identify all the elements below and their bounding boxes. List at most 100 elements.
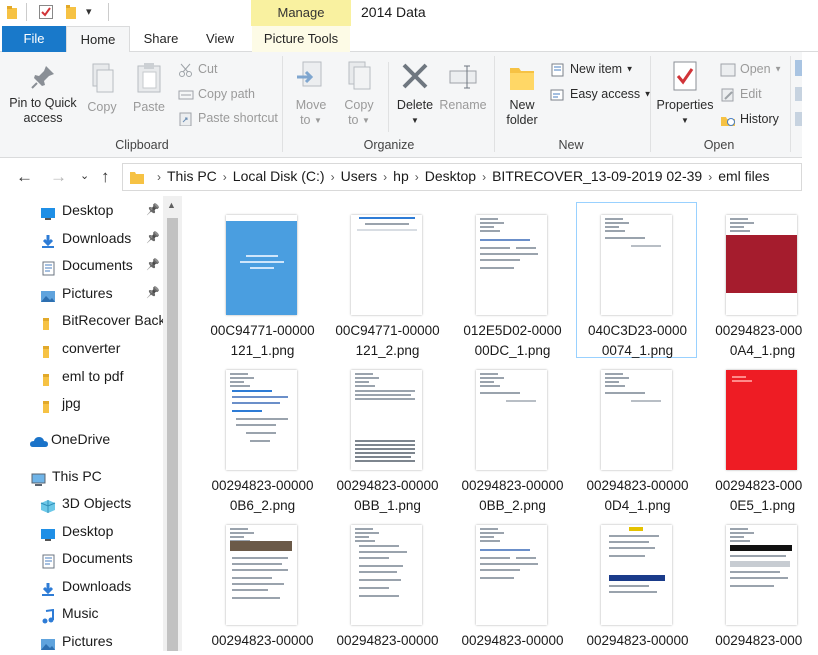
nav-item-pc-downloads[interactable]: Downloads	[0, 573, 163, 600]
tab-picture-tools[interactable]: Picture Tools	[252, 26, 350, 52]
new-folder-button[interactable]: New folder	[500, 60, 544, 128]
folder-icon[interactable]	[6, 4, 22, 20]
forward-arrow-icon[interactable]: →	[50, 167, 67, 187]
scroll-up-chevron-icon[interactable]: ▲	[167, 200, 176, 210]
cut-button[interactable]: Cut	[178, 59, 217, 79]
breadcrumb-chevron-icon[interactable]: ›	[482, 170, 486, 184]
file-item[interactable]: 040C3D23-0000 0074_1.png	[576, 202, 697, 358]
paste-button[interactable]: Paste	[128, 62, 170, 115]
paste-shortcut-button[interactable]: Paste shortcut	[178, 108, 278, 128]
nav-item-pc-3d-objects[interactable]: 3D Objects	[0, 490, 163, 517]
tab-file[interactable]: File	[2, 26, 66, 52]
copy-to-button[interactable]: Copy to ▼	[338, 60, 380, 128]
file-item[interactable]: 00294823-0000 0A4_1.png	[702, 203, 802, 359]
delete-button[interactable]: Delete ▼	[394, 60, 436, 128]
file-item[interactable]: 00294823-00000 0D4_1.png	[577, 358, 698, 514]
breadcrumb-item[interactable]: This PC	[167, 168, 217, 184]
paste-icon	[137, 63, 161, 93]
breadcrumb-chevron-icon[interactable]: ›	[415, 170, 419, 184]
breadcrumb-item[interactable]: Local Disk (C:)	[233, 168, 325, 184]
file-item[interactable]: 00294823-00000	[202, 513, 323, 651]
tab-share[interactable]: Share	[130, 26, 192, 52]
breadcrumb-chevron-icon[interactable]: ›	[383, 170, 387, 184]
invert-selection-icon[interactable]	[795, 112, 802, 126]
recent-locations-chevron-icon[interactable]: ⌄	[80, 169, 89, 182]
breadcrumb-chevron-icon[interactable]: ›	[331, 170, 335, 184]
3d-objects-icon	[40, 496, 56, 513]
file-item[interactable]: 00294823-00000 0BB_1.png	[327, 358, 448, 514]
file-thumbnail	[601, 525, 672, 625]
nav-item-onedrive[interactable]: OneDrive	[0, 426, 163, 453]
nav-scrollbar[interactable]: ▲	[163, 196, 182, 651]
nav-item-converter[interactable]: converter	[0, 335, 163, 362]
address-bar[interactable]: › This PC › Local Disk (C:) › Users › hp › Deskto…	[122, 163, 802, 191]
nav-item-label: Documents	[62, 550, 133, 567]
breadcrumb-item[interactable]: BITRECOVER_13-09-2019 02-39	[492, 168, 702, 184]
copy-icon	[92, 63, 114, 93]
nav-item-pc-documents[interactable]: Documents	[0, 545, 163, 572]
ribbon-tabs: File Home Share View Picture Tools	[0, 26, 818, 53]
breadcrumb-item[interactable]: Users	[341, 168, 378, 184]
customize-toolbar-icon[interactable]: ▾	[86, 5, 102, 21]
file-name-line1: 040C3D23-0000	[587, 323, 688, 338]
breadcrumb-item[interactable]: eml files	[718, 168, 769, 184]
file-item[interactable]: 00294823-00000	[327, 513, 448, 651]
breadcrumb-item[interactable]: Desktop	[425, 168, 476, 184]
open-button[interactable]: Open ▼	[720, 59, 782, 79]
nav-item-documents[interactable]: Documents 📌	[0, 252, 163, 279]
breadcrumb-chevron-icon[interactable]: ›	[223, 170, 227, 184]
nav-item-pc-music[interactable]: Music	[0, 600, 163, 627]
nav-scrollbar-thumb[interactable]	[167, 218, 178, 651]
file-name-line1: 00294823-0000	[715, 478, 802, 493]
up-arrow-icon[interactable]: ↑	[101, 167, 110, 187]
rename-button[interactable]: Rename	[438, 60, 488, 113]
move-to-button[interactable]: Move to ▼	[290, 60, 332, 128]
back-arrow-icon[interactable]: ←	[16, 167, 33, 187]
file-item[interactable]: 00294823-0000 0E5_1.png	[702, 358, 802, 514]
select-all-icon[interactable]	[795, 60, 802, 76]
nav-item-this-pc[interactable]: This PC	[0, 463, 163, 490]
nav-item-eml-to-pdf[interactable]: eml to pdf	[0, 363, 163, 390]
breadcrumb: › This PC › Local Disk (C:) › Users › hp › Deskto…	[151, 168, 770, 184]
copy-to-icon	[348, 61, 371, 90]
file-thumbnail	[476, 370, 547, 470]
file-name: 00294823-0000	[698, 631, 802, 651]
tab-manage[interactable]: Manage	[251, 0, 351, 26]
file-item[interactable]: 00C94771-00000 121_1.png	[202, 203, 323, 359]
properties-check-icon[interactable]	[38, 4, 54, 20]
history-button[interactable]: History	[720, 109, 779, 129]
select-none-icon[interactable]	[795, 87, 802, 101]
breadcrumb-chevron-icon[interactable]: ›	[157, 170, 161, 184]
tab-home[interactable]: Home	[66, 26, 130, 53]
nav-item-bitrecover-backu[interactable]: BitRecover Backu	[0, 307, 163, 334]
nav-item-desktop[interactable]: Desktop 📌	[0, 197, 163, 224]
easy-access-button[interactable]: Easy access ▼	[550, 84, 652, 104]
nav-item-pictures[interactable]: Pictures 📌	[0, 280, 163, 307]
nav-item-label: BitRecover Backu	[62, 312, 163, 329]
edit-button[interactable]: Edit	[720, 84, 762, 104]
nav-item-pc-desktop[interactable]: Desktop	[0, 518, 163, 545]
breadcrumb-chevron-icon[interactable]: ›	[708, 170, 712, 184]
breadcrumb-item[interactable]: hp	[393, 168, 409, 184]
new-folder-icon[interactable]	[63, 4, 79, 20]
copy-path-button[interactable]: Copy path	[178, 84, 255, 104]
file-item[interactable]: 00294823-0000	[702, 513, 802, 651]
new-item-button[interactable]: New item ▼	[550, 59, 634, 79]
file-name: 00C94771-00000 121_1.png	[198, 321, 327, 361]
file-item[interactable]: 00294823-00000	[452, 513, 573, 651]
nav-item-jpg[interactable]: jpg	[0, 390, 163, 417]
copy-button[interactable]: Copy	[82, 62, 122, 115]
delete-x-icon	[402, 63, 428, 89]
file-item[interactable]: 00294823-00000 0BB_2.png	[452, 358, 573, 514]
properties-button[interactable]: Properties ▼	[654, 60, 716, 128]
nav-item-downloads[interactable]: Downloads 📌	[0, 225, 163, 252]
file-item[interactable]: 012E5D02-0000 00DC_1.png	[452, 203, 573, 359]
file-item[interactable]: 00294823-00000	[577, 513, 698, 651]
tab-view[interactable]: View	[192, 26, 248, 52]
file-item[interactable]: 00294823-00000 0B6_2.png	[202, 358, 323, 514]
ribbon: Pin to Quick access Copy Paste Cut Copy …	[0, 52, 802, 158]
folder-icon	[40, 369, 56, 386]
file-name: 00294823-00000	[198, 631, 327, 651]
pin-to-quick-access-button[interactable]: Pin to Quick access	[4, 62, 82, 126]
file-item[interactable]: 00C94771-00000 121_2.png	[327, 203, 448, 359]
